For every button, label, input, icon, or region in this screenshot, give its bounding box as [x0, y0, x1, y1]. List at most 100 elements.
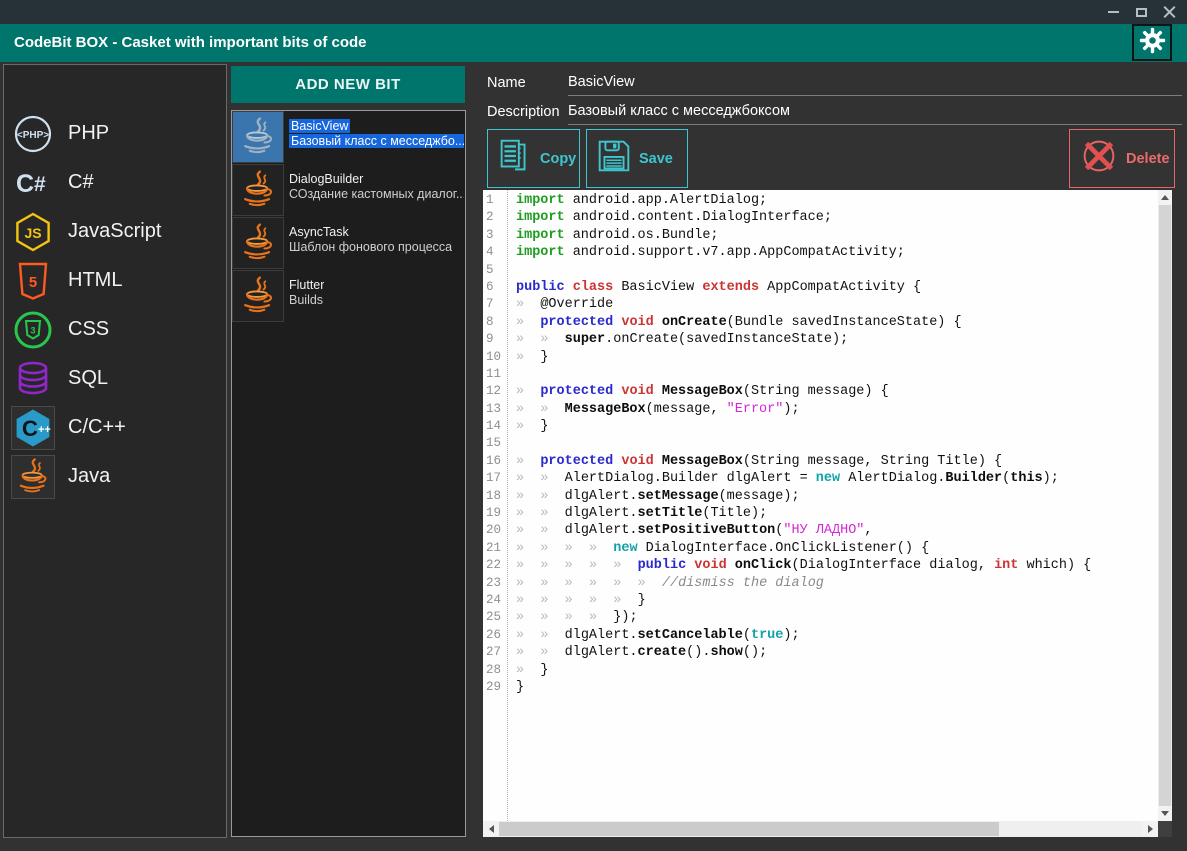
sidebar-item-cpp[interactable]: C ++ C/C++ — [4, 403, 226, 452]
sidebar-item-java[interactable]: Java — [4, 452, 226, 501]
sql-database-icon — [12, 358, 54, 400]
code-lines: 1 import android.app.AlertDialog; 2 impo… — [483, 192, 1158, 696]
sidebar-item-php[interactable]: <PHP> PHP — [4, 109, 226, 158]
line-number: 16 — [486, 453, 502, 468]
sidebar-item-html[interactable]: 5 HTML — [4, 256, 226, 305]
bit-text: Flutter Builds — [289, 271, 324, 323]
line-number: 15 — [486, 436, 502, 451]
titlebar — [0, 0, 1187, 24]
line-number: 26 — [486, 627, 502, 642]
sidebar-item-javascript[interactable]: JS JavaScript — [4, 207, 226, 256]
bit-title: BasicView — [289, 119, 351, 133]
line-number: 10 — [486, 349, 502, 364]
line-number: 17 — [486, 471, 502, 486]
bit-item[interactable]: BasicView Базовый класс с месседжбо... — [232, 111, 464, 164]
bit-text: DialogBuilder СОздание кастомных диалог.… — [289, 165, 464, 217]
save-label: Save — [639, 150, 673, 167]
minimize-icon — [1107, 11, 1119, 13]
save-button[interactable]: Save — [586, 129, 688, 188]
code-line: 6 public class BasicView extends AppComp… — [483, 279, 1158, 296]
bit-description: Builds — [289, 293, 324, 307]
bit-item[interactable]: DialogBuilder СОздание кастомных диалог.… — [232, 164, 464, 217]
sidebar-item-label: C/C++ — [68, 416, 126, 438]
code-line: 1 import android.app.AlertDialog; — [483, 192, 1158, 209]
line-number: 21 — [486, 540, 502, 555]
bit-title: Flutter — [289, 278, 325, 292]
java-cup-icon — [232, 217, 284, 269]
line-number: 28 — [486, 662, 502, 677]
javascript-icon: JS — [12, 211, 54, 253]
copy-button[interactable]: Copy — [487, 129, 580, 188]
save-floppy-icon — [587, 135, 635, 182]
bit-item[interactable]: Flutter Builds — [232, 270, 464, 323]
sidebar-item-css[interactable]: 3 CSS — [4, 305, 226, 354]
sidebar-item-sql[interactable]: SQL — [4, 354, 226, 403]
scroll-up-arrow-icon[interactable] — [1158, 190, 1172, 205]
code-editor[interactable]: 1 import android.app.AlertDialog; 2 impo… — [483, 190, 1172, 821]
line-number: 5 — [486, 262, 494, 277]
sidebar-list: <PHP> PHP C # C# JS JavaScript 5 HTML 3 C… — [4, 109, 226, 501]
line-number: 14 — [486, 419, 502, 434]
delete-x-icon — [1070, 133, 1122, 184]
name-field[interactable]: BasicView — [568, 69, 1182, 96]
line-number: 11 — [486, 366, 502, 381]
svg-text:#: # — [34, 173, 46, 196]
svg-text:C: C — [16, 170, 34, 198]
cpp-icon: C ++ — [11, 405, 55, 450]
sidebar-item-label: Java — [68, 465, 111, 487]
description-field[interactable]: Базовый класс с месседжбоксом — [568, 98, 1182, 125]
line-number: 19 — [486, 506, 502, 521]
maximize-button[interactable] — [1127, 0, 1155, 24]
maximize-icon — [1135, 7, 1147, 17]
line-number: 27 — [486, 645, 502, 660]
vertical-scroll-thumb[interactable] — [1159, 205, 1171, 806]
code-line: 26 » » dlgAlert.setCancelable(true); — [483, 627, 1158, 644]
language-sidebar: <PHP> PHP C # C# JS JavaScript 5 HTML 3 C… — [3, 64, 227, 838]
code-line: 9 » » super.onCreate(savedInstanceState)… — [483, 331, 1158, 348]
settings-button[interactable] — [1132, 24, 1172, 61]
vertical-scrollbar[interactable] — [1158, 190, 1172, 821]
svg-text:++: ++ — [38, 424, 51, 436]
scrollbar-corner — [1158, 821, 1172, 837]
line-number: 1 — [486, 193, 494, 207]
java-cup-icon — [232, 164, 284, 216]
bit-list: BasicView Базовый класс с месседжбо... D… — [231, 110, 466, 837]
code-line: 17 » » AlertDialog.Builder dlgAlert = ne… — [483, 470, 1158, 487]
minimize-button[interactable] — [1099, 0, 1127, 24]
code-line: 5 — [483, 262, 1158, 279]
bit-title: DialogBuilder — [289, 172, 364, 186]
horizontal-scroll-thumb[interactable] — [499, 822, 999, 836]
add-new-bit-button[interactable]: ADD NEW BIT — [231, 66, 465, 103]
close-button[interactable] — [1155, 0, 1183, 24]
code-line: 27 » » dlgAlert.create().show(); — [483, 644, 1158, 661]
description-row: Description Базовый класс с месседжбоксо… — [487, 98, 1182, 126]
code-line: 15 — [483, 435, 1158, 452]
line-number: 18 — [486, 488, 502, 503]
delete-label: Delete — [1126, 150, 1170, 167]
line-number: 12 — [486, 384, 502, 399]
code-line: 10 » } — [483, 349, 1158, 366]
code-line: 8 » protected void onCreate(Bundle saved… — [483, 314, 1158, 331]
horizontal-scrollbar[interactable] — [483, 821, 1158, 837]
sidebar-item-csharp[interactable]: C # C# — [4, 158, 226, 207]
line-number: 25 — [486, 610, 502, 625]
scroll-right-arrow-icon[interactable] — [1142, 821, 1158, 837]
java-cup-icon — [232, 270, 284, 322]
line-number: 20 — [486, 523, 502, 538]
line-number: 29 — [486, 679, 502, 694]
code-line: 4 import android.support.v7.app.AppCompa… — [483, 244, 1158, 261]
bit-item[interactable]: AsyncTask Шаблон фонового процесса — [232, 217, 464, 270]
scroll-down-arrow-icon[interactable] — [1158, 806, 1172, 821]
code-line: 3 import android.os.Bundle; — [483, 227, 1158, 244]
scroll-left-arrow-icon[interactable] — [483, 821, 499, 837]
sidebar-item-label: JavaScript — [68, 220, 162, 242]
bit-text: BasicView Базовый класс с месседжбо... — [289, 112, 464, 164]
delete-button[interactable]: Delete — [1069, 129, 1175, 188]
sidebar-item-label: CSS — [68, 318, 110, 340]
gear-icon — [1138, 26, 1167, 60]
line-number: 6 — [486, 279, 494, 294]
svg-text:5: 5 — [29, 274, 37, 291]
code-line: 14 » } — [483, 418, 1158, 435]
java-cup-icon — [11, 454, 55, 499]
close-icon — [1163, 6, 1176, 19]
